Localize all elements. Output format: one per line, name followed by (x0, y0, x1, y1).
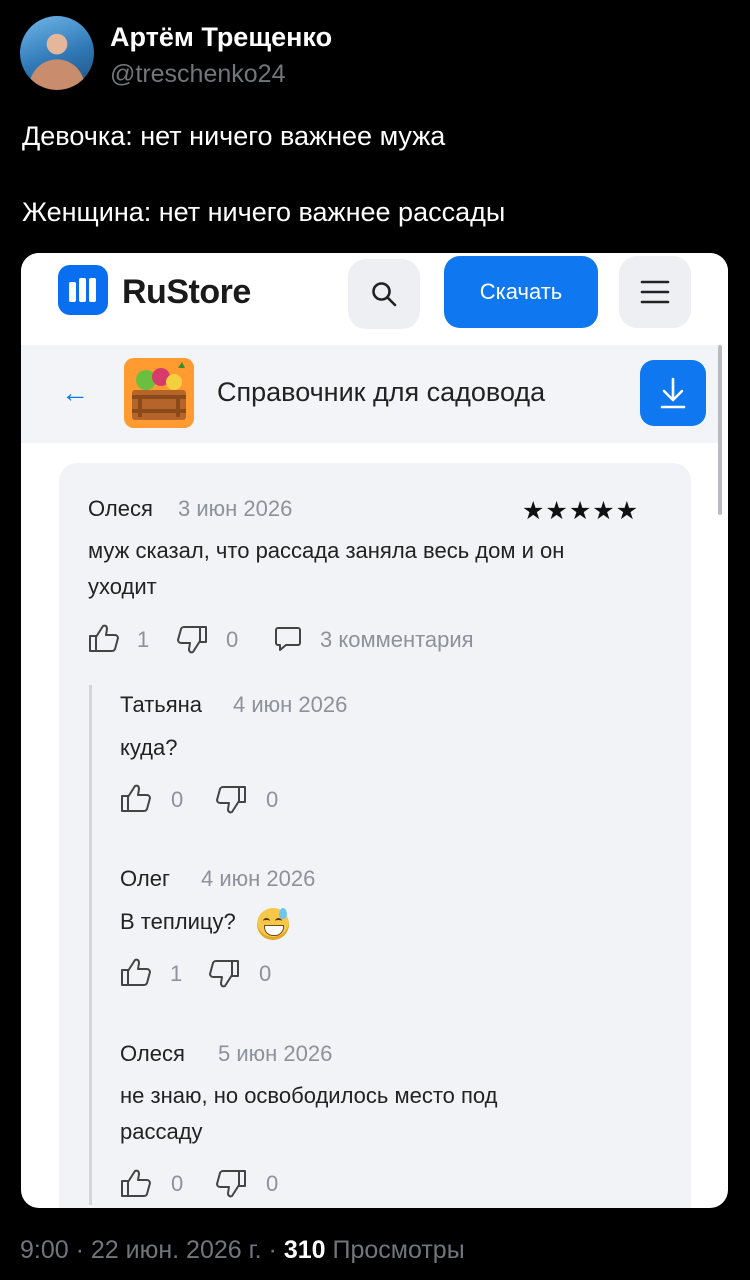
thumbs-down-icon (216, 1170, 246, 1198)
reply-dislike-count: 0 (266, 787, 279, 812)
reply-dislike-count: 0 (266, 1171, 279, 1196)
review-text-line-1: муж сказал, что рассада заняла весь дом … (88, 538, 565, 563)
reply-text: В теплицу? (120, 909, 236, 934)
like-count: 1 (137, 627, 150, 652)
reply-text-line-1: не знаю, но освободилось место под (120, 1083, 498, 1108)
rating-stars: ★★★★★ (522, 497, 640, 525)
reply-date: 4 июн 2026 (233, 692, 348, 717)
reply-like-button[interactable] (120, 783, 152, 813)
thumbs-down-icon (177, 626, 207, 654)
author-avatar[interactable] (20, 16, 94, 90)
dislike-button[interactable] (176, 625, 208, 655)
dislike-count: 0 (226, 627, 239, 652)
tweet-text-line-2: Женщина: нет ничего важнее рассады (22, 197, 506, 227)
reply-dislike-button[interactable] (215, 785, 247, 815)
attached-screenshot[interactable]: RuStore Скачать ← Справочник для садовод… (21, 253, 728, 1208)
grinning-sweat-emoji-icon (257, 908, 289, 940)
reply-like-button[interactable] (120, 1168, 152, 1198)
review-date: 3 июн 2026 (178, 496, 293, 521)
app-title: Справочник для садовода (217, 377, 546, 407)
download-icon (660, 377, 686, 409)
reply-author: Олеся (120, 1041, 185, 1066)
tweet-timestamp[interactable]: 9:00 · 22 июн. 2026 г. · (20, 1236, 277, 1264)
review-author: Олеся (88, 496, 153, 521)
reply-text: куда? (120, 735, 178, 760)
like-button[interactable] (88, 623, 120, 653)
rustore-logo-text: RuStore (122, 273, 251, 311)
app-icon-garden-crate[interactable] (124, 358, 194, 428)
tweet-meta: 9:00 · 22 июн. 2026 г. · 310 Просмотры (20, 1236, 465, 1265)
reply-like-count: 1 (170, 961, 183, 986)
app-download-button[interactable] (640, 360, 706, 426)
views-label: Просмотры (332, 1236, 465, 1264)
rustore-header: RuStore Скачать (21, 253, 728, 339)
app-bar: ← Справочник для садовода (21, 345, 720, 443)
views-count: 310 (283, 1236, 326, 1264)
reply-dislike-count: 0 (259, 961, 272, 986)
menu-button[interactable] (619, 256, 691, 328)
reply-author: Татьяна (120, 692, 203, 717)
reply-dislike-button[interactable] (215, 1169, 247, 1199)
tweet-text-line-1: Девочка: нет ничего важнее мужа (22, 121, 446, 151)
reply-like-count: 0 (171, 1171, 184, 1196)
thumbs-up-icon (89, 624, 119, 652)
comments-count-label[interactable]: 3 комментария (320, 627, 474, 653)
hamburger-menu-icon (640, 280, 670, 304)
reply-like-count: 0 (171, 787, 184, 812)
scrollbar[interactable] (718, 345, 722, 515)
thumbs-up-icon (121, 784, 151, 812)
search-icon (372, 282, 397, 307)
author-name[interactable]: Артём Трещенко (110, 22, 332, 53)
back-arrow-icon[interactable]: ← (61, 379, 89, 407)
author-handle[interactable]: @treschenko24 (110, 60, 285, 89)
reply-like-button[interactable] (120, 957, 152, 987)
reply-date: 5 июн 2026 (218, 1041, 333, 1066)
rustore-logo-icon (58, 265, 108, 315)
thumbs-down-icon (209, 960, 239, 988)
search-button[interactable] (348, 259, 420, 329)
review-text-line-2: уходит (88, 574, 157, 599)
comment-icon (275, 627, 301, 651)
thumbs-down-icon (216, 786, 246, 814)
thumbs-up-icon (121, 1169, 151, 1197)
reply-dislike-button[interactable] (208, 959, 240, 989)
download-store-button[interactable]: Скачать (444, 256, 598, 328)
reply-date: 4 июн 2026 (201, 866, 316, 891)
thumbs-up-icon (121, 958, 151, 986)
comments-button[interactable] (274, 625, 302, 653)
reply-text-line-2: рассаду (120, 1119, 203, 1144)
thread-line (89, 685, 92, 1205)
reply-author: Олег (120, 866, 170, 891)
